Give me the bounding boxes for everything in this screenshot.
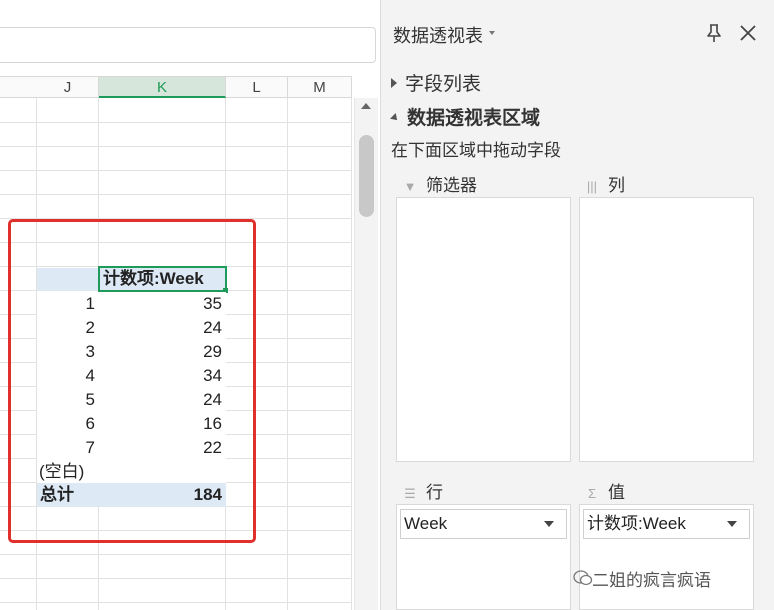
red-highlight-box	[8, 219, 256, 543]
pin-icon[interactable]	[703, 22, 725, 44]
rows-drop-area[interactable]: Week	[396, 504, 571, 610]
wechat-logo-icon	[573, 570, 593, 586]
collapse-down-icon	[390, 113, 400, 123]
field-list-label: 字段列表	[405, 74, 482, 95]
areas-hint-text: 在下面区域中拖动字段	[391, 141, 561, 160]
chevron-down-icon[interactable]	[727, 521, 737, 527]
rows-label: 行	[426, 483, 443, 502]
chevron-down-icon[interactable]	[489, 31, 495, 35]
values-area-label: Σ值	[585, 478, 625, 503]
close-icon[interactable]	[737, 22, 759, 44]
filters-drop-area[interactable]	[396, 197, 571, 462]
expand-right-icon	[391, 78, 397, 88]
chevron-down-icon[interactable]	[544, 521, 554, 527]
pivot-areas-toggle[interactable]: 数据透视表区域	[390, 103, 541, 130]
scroll-up-icon[interactable]	[361, 103, 371, 109]
rows-icon: ☰	[404, 486, 416, 501]
filters-area-label: ▼ 筛选器	[403, 171, 477, 196]
panel-title[interactable]: 数据透视表	[393, 22, 483, 48]
filter-icon: ▼	[403, 179, 417, 194]
columns-drop-area[interactable]	[579, 197, 754, 462]
columns-area-label: ||| 列	[585, 171, 625, 196]
column-header-j[interactable]: J	[37, 77, 99, 98]
formula-bar-input[interactable]	[0, 27, 376, 63]
columns-icon: |||	[586, 179, 598, 194]
column-header-m[interactable]: M	[288, 77, 352, 98]
column-header-k[interactable]: K	[99, 77, 226, 98]
field-list-toggle[interactable]: 字段列表	[391, 69, 481, 96]
scrollbar-thumb[interactable]	[359, 135, 374, 217]
rows-field-label: Week	[404, 514, 448, 533]
pivot-areas-heading: 数据透视表区域	[407, 108, 541, 129]
filters-label: 筛选器	[426, 176, 477, 195]
values-field-label: 计数项:Week	[587, 514, 686, 533]
rows-area-label: ☰ 行	[403, 478, 443, 503]
values-label: 值	[608, 483, 625, 502]
column-header-row: J K L M	[0, 76, 352, 98]
pivot-table-panel: 数据透视表 字段列表 数据透视表区域 在下面区域中拖动字段 ▼ 筛选器 ||| 列 …	[380, 0, 774, 610]
values-field-dropdown[interactable]: 计数项:Week	[583, 509, 750, 539]
sigma-icon: Σ	[587, 486, 597, 501]
rows-field-dropdown[interactable]: Week	[400, 509, 567, 539]
column-header-l[interactable]: L	[226, 77, 288, 98]
values-drop-area[interactable]: 计数项:Week	[579, 504, 754, 610]
spreadsheet-area: J K L M 计数项:Week 1 35 2 24 3 29 4 34 5 2…	[0, 0, 380, 610]
columns-label: 列	[608, 176, 625, 195]
watermark-text: 二姐的疯言疯语	[592, 571, 711, 590]
